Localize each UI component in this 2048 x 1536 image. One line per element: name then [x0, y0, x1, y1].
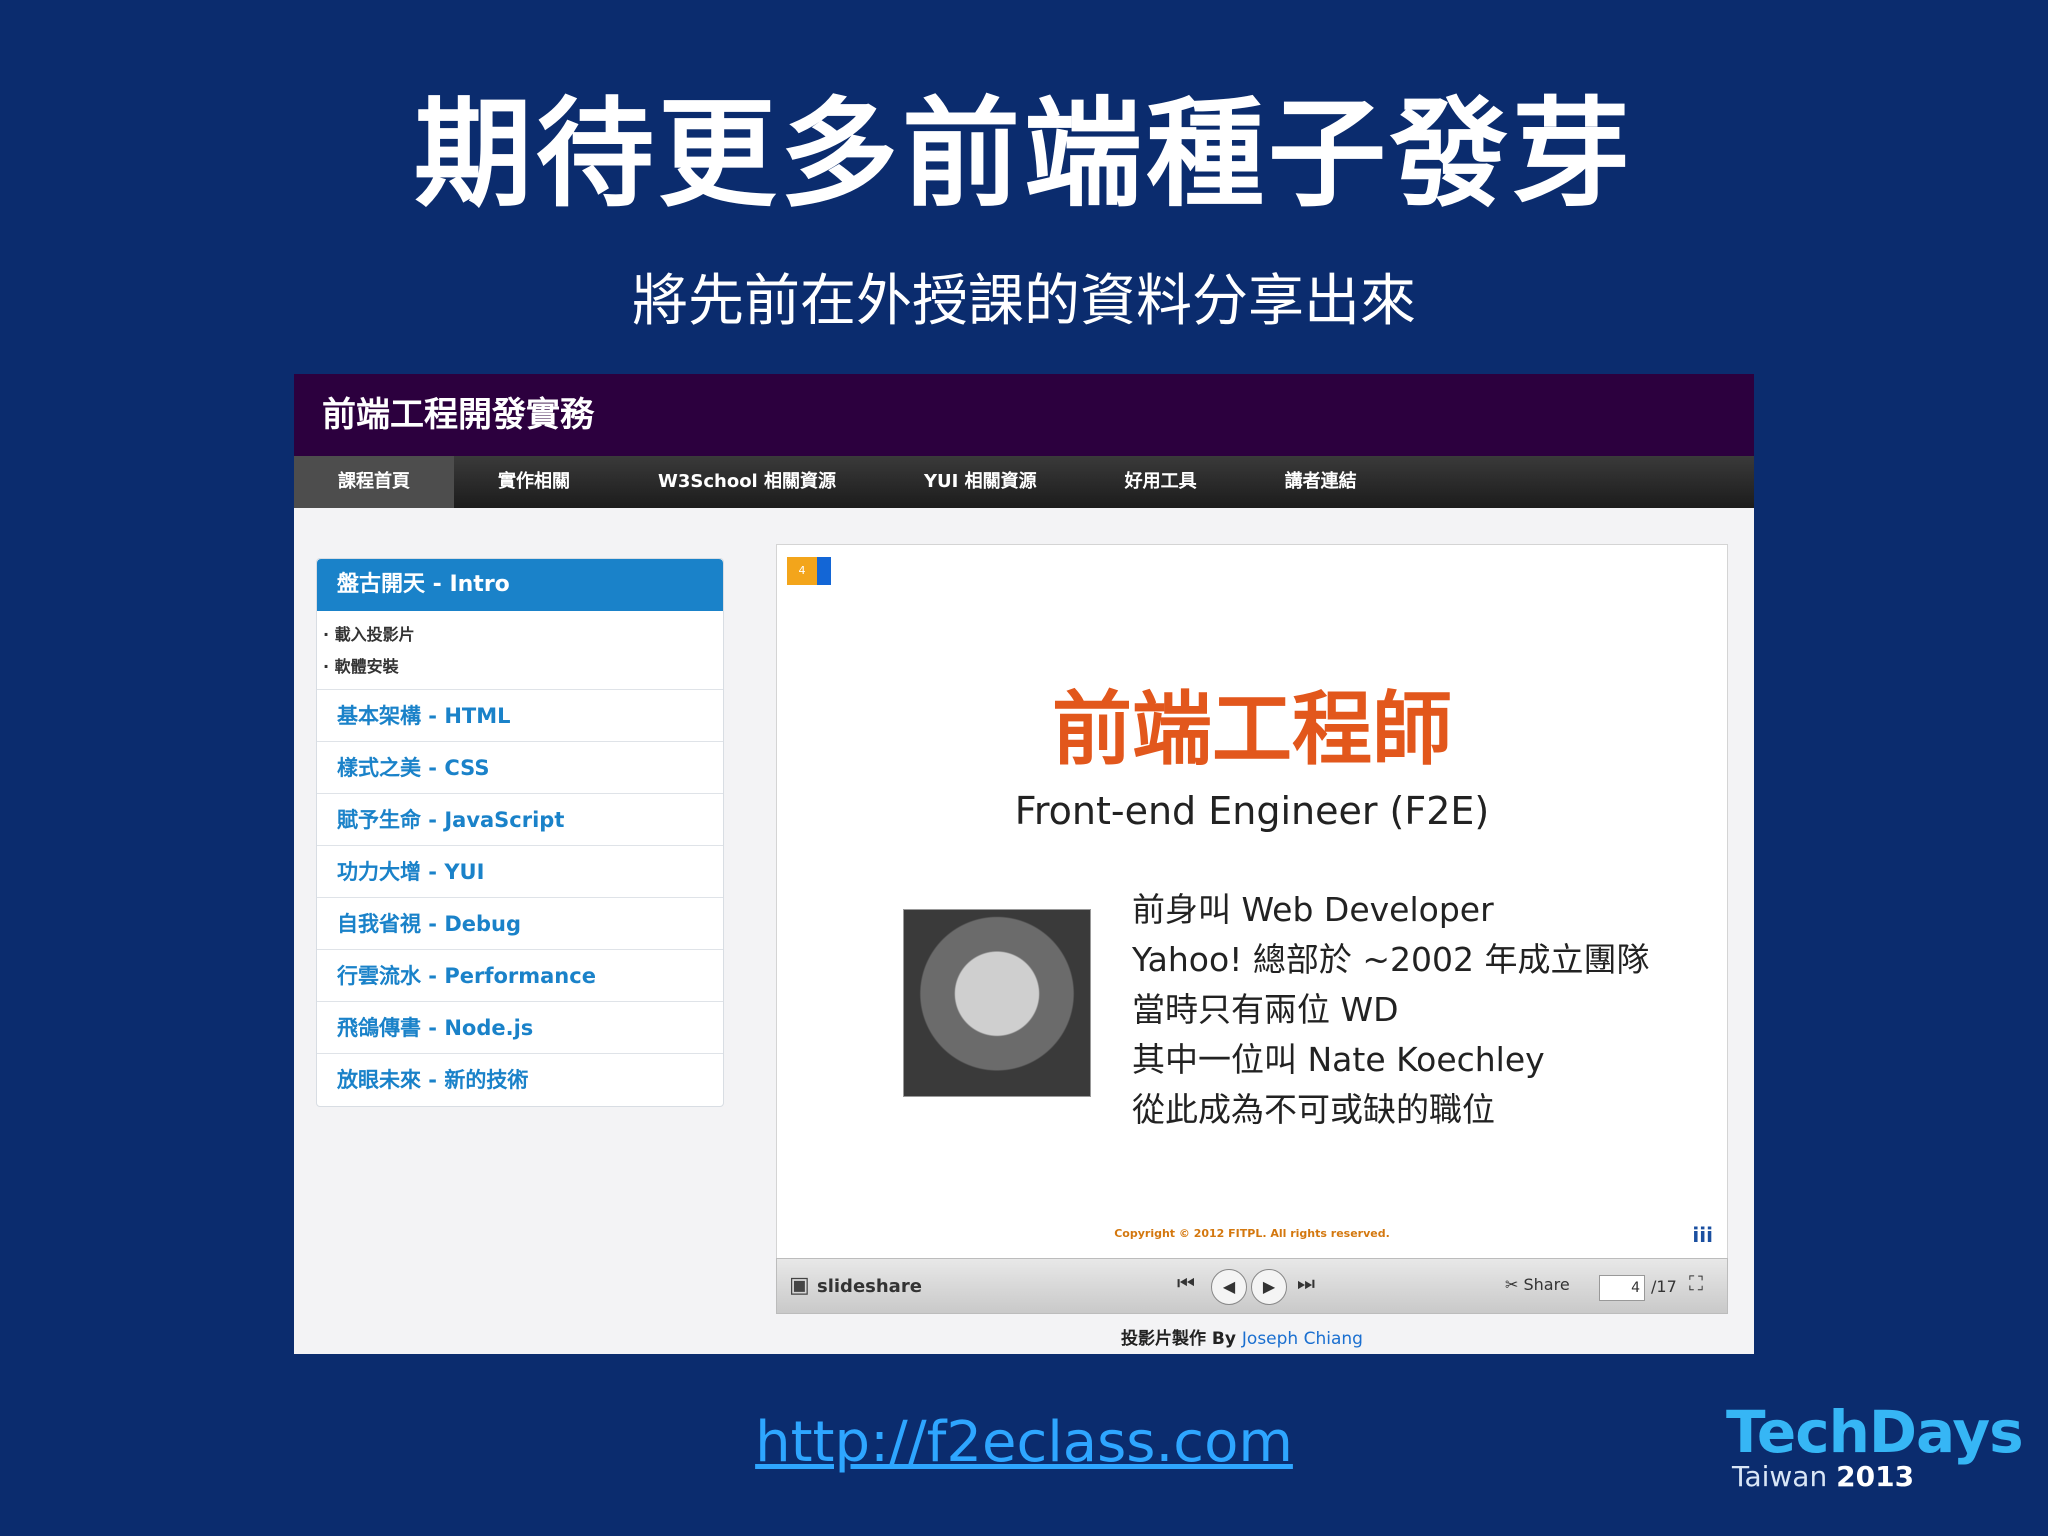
page-total: /17: [1651, 1277, 1677, 1296]
nav-practice[interactable]: 實作相關: [454, 456, 614, 508]
slide-line: Yahoo! 總部於 ~2002 年成立團隊: [1132, 940, 1650, 979]
nav-home[interactable]: 課程首頁: [294, 456, 454, 508]
top-nav: 課程首頁 實作相關 W3School 相關資源 YUI 相關資源 好用工具 講者…: [294, 456, 1754, 508]
techdays-logo: TechDays Taiwan 2013: [1726, 1398, 2024, 1493]
embedded-slide: 4 前端工程師 Front-end Engineer (F2E) 前身叫 Web…: [776, 544, 1728, 1312]
slideshare-player-bar: ▣ slideshare ⏮ ◀ ▶ ⏭ ✂ Share 4 /17 ⛶: [776, 1258, 1728, 1314]
nav-tools[interactable]: 好用工具: [1081, 456, 1241, 508]
brand-year: 2013: [1836, 1460, 1915, 1493]
speaker-photo: [903, 909, 1091, 1097]
first-slide-icon[interactable]: ⏮: [1177, 1271, 1195, 1295]
slide-badge-accent: [817, 557, 831, 585]
credit-prefix: 投影片製作 By: [1121, 1329, 1236, 1349]
site-header: 前端工程開發實務: [294, 374, 1754, 456]
slide-subtitle: 將先前在外授課的資料分享出來: [632, 269, 1416, 334]
embedded-slide-subtitle: Front-end Engineer (F2E): [1014, 789, 1490, 833]
slide-line: 前身叫 Web Developer: [1132, 890, 1494, 929]
nav-speaker[interactable]: 講者連結: [1241, 456, 1401, 508]
brand-name: TechDays: [1726, 1398, 2024, 1466]
nav-w3school[interactable]: W3School 相關資源: [614, 456, 880, 508]
sidebar-item-html[interactable]: 基本架構 - HTML: [317, 690, 723, 742]
sidebar-item-performance[interactable]: 行雲流水 - Performance: [317, 950, 723, 1002]
sidebar-subitem-slides[interactable]: 載入投影片: [323, 619, 723, 651]
sidebar-item-yui[interactable]: 功力大增 - YUI: [317, 846, 723, 898]
course-sidebar: 盤古開天 - Intro 載入投影片 軟體安裝 基本架構 - HTML 樣式之美…: [316, 558, 724, 1107]
share-label: Share: [1523, 1275, 1570, 1294]
credit-author-link[interactable]: Joseph Chiang: [1242, 1329, 1363, 1349]
slide-credit: 投影片製作 By Joseph Chiang: [294, 1324, 1754, 1349]
nav-yui[interactable]: YUI 相關資源: [880, 456, 1081, 508]
sidebar-item-new-tech[interactable]: 放眼未來 - 新的技術: [317, 1054, 723, 1106]
slide-line: 當時只有兩位 WD: [1132, 990, 1399, 1029]
embedded-slide-title: 前端工程師: [1052, 683, 1452, 776]
slide-number-badge: 4: [787, 557, 817, 585]
slide-line: 從此成為不可或缺的職位: [1132, 1090, 1495, 1129]
next-slide-button[interactable]: ▶: [1251, 1269, 1287, 1305]
sidebar-item-css[interactable]: 樣式之美 - CSS: [317, 742, 723, 794]
brand-region: Taiwan: [1732, 1460, 1828, 1493]
fullscreen-icon[interactable]: ⛶: [1689, 1271, 1703, 1295]
sidebar-subitems: 載入投影片 軟體安裝: [317, 611, 723, 690]
sidebar-item-javascript[interactable]: 賦予生命 - JavaScript: [317, 794, 723, 846]
sidebar-item-debug[interactable]: 自我省視 - Debug: [317, 898, 723, 950]
sidebar-subitem-install[interactable]: 軟體安裝: [323, 651, 723, 683]
previous-slide-button[interactable]: ◀: [1211, 1269, 1247, 1305]
slide-line: 其中一位叫 Nate Koechley: [1132, 1040, 1545, 1079]
page-number-input[interactable]: 4: [1599, 1275, 1645, 1301]
slide-copyright: Copyright © 2012 FITPL. All rights reser…: [1114, 1227, 1390, 1240]
iii-logo: iii: [1692, 1223, 1713, 1247]
embedded-slide-body: 前身叫 Web Developer Yahoo! 總部於 ~2002 年成立團隊…: [1132, 885, 1649, 1135]
slideshare-label[interactable]: slideshare: [817, 1276, 922, 1297]
last-slide-icon[interactable]: ⏭: [1297, 1271, 1315, 1295]
share-button[interactable]: ✂ Share: [1505, 1275, 1570, 1294]
slide-title: 期待更多前端種子發芽: [413, 85, 1634, 223]
sidebar-item-nodejs[interactable]: 飛鴿傳書 - Node.js: [317, 1002, 723, 1054]
website-screenshot: 前端工程開發實務 課程首頁 實作相關 W3School 相關資源 YUI 相關資…: [294, 374, 1754, 1354]
sidebar-item-intro[interactable]: 盤古開天 - Intro: [317, 559, 723, 611]
slideshare-icon: ▣: [789, 1273, 810, 1298]
